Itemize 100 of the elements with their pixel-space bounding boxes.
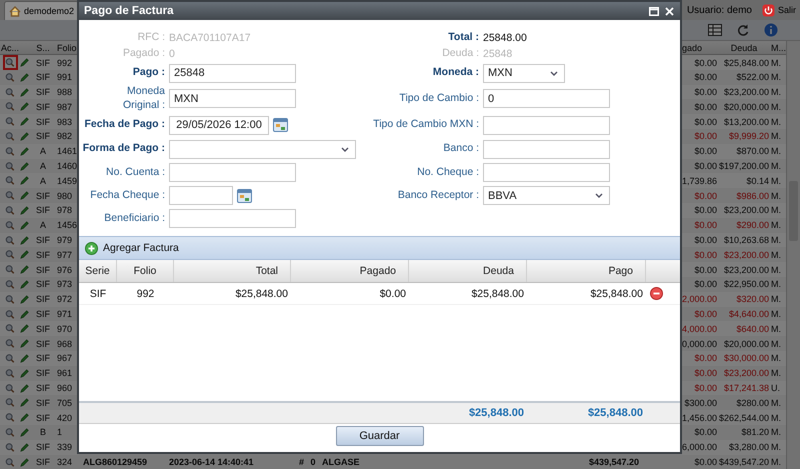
pencil-icon[interactable] bbox=[20, 382, 29, 394]
field-label: Moneda : bbox=[432, 66, 479, 80]
table-cell-text: $20,000.00 bbox=[722, 338, 770, 349]
table-cell-text: M. bbox=[770, 427, 782, 438]
column-header[interactable]: Pago bbox=[527, 260, 646, 282]
pencil-icon[interactable] bbox=[20, 116, 29, 128]
grid-icon[interactable] bbox=[708, 24, 722, 36]
pencil-icon[interactable] bbox=[20, 175, 29, 186]
table-cell-text: 979 bbox=[56, 235, 74, 246]
pencil-icon[interactable] bbox=[20, 352, 29, 364]
pencil-icon[interactable] bbox=[20, 278, 29, 290]
pencil-icon[interactable] bbox=[20, 57, 29, 68]
table-cell-text: M. bbox=[770, 220, 782, 230]
table-cell-text: SIF bbox=[88, 288, 108, 300]
column-header[interactable]: Ac... bbox=[0, 42, 30, 52]
table-cell-text: $17,241.38 bbox=[722, 383, 770, 394]
magnifier-icon[interactable] bbox=[3, 55, 18, 70]
column-header[interactable]: Pagado bbox=[291, 260, 409, 282]
column-header[interactable]: Deuda bbox=[409, 260, 527, 282]
info-icon[interactable] bbox=[764, 23, 778, 37]
table-cell-text: 1 bbox=[56, 427, 64, 438]
pencil-icon[interactable] bbox=[20, 426, 29, 438]
pencil-icon[interactable] bbox=[20, 308, 29, 320]
pencil-icon[interactable] bbox=[20, 442, 29, 453]
table-cell-text: ALG860129459 bbox=[82, 457, 148, 468]
pencil-icon[interactable] bbox=[20, 146, 29, 157]
pencil-icon[interactable] bbox=[20, 130, 29, 142]
table-cell: $439,547.20 bbox=[718, 457, 770, 468]
pencil-icon[interactable] bbox=[20, 86, 29, 98]
table-cell-text: M. bbox=[770, 338, 782, 349]
date-field[interactable] bbox=[169, 186, 233, 205]
pencil-icon[interactable] bbox=[20, 456, 29, 468]
column-header[interactable]: S... bbox=[30, 42, 56, 52]
text-field[interactable] bbox=[483, 140, 610, 158]
add-invoice-button[interactable]: Agregar Factura bbox=[83, 240, 181, 256]
dropdown[interactable] bbox=[169, 140, 356, 158]
table-cell-text: 324 bbox=[56, 457, 74, 468]
column-header[interactable]: Deuda bbox=[718, 42, 770, 52]
text-field[interactable]: 25848 bbox=[169, 64, 296, 82]
pencil-icon[interactable] bbox=[20, 323, 29, 334]
pencil-icon[interactable] bbox=[20, 368, 29, 379]
column-header[interactable]: M... bbox=[770, 42, 786, 52]
table-cell-text: A bbox=[38, 161, 47, 172]
dialog-title: Pago de Factura bbox=[84, 5, 174, 17]
save-button[interactable]: Guardar bbox=[336, 426, 424, 446]
text-field[interactable] bbox=[169, 163, 296, 182]
calendar-icon[interactable] bbox=[237, 188, 252, 202]
pencil-icon[interactable] bbox=[20, 264, 29, 276]
text-field[interactable] bbox=[483, 116, 610, 134]
calendar-icon[interactable] bbox=[273, 118, 288, 132]
date-field[interactable]: 29/05/2026 12:00 bbox=[169, 116, 269, 134]
table-cell-text: 971 bbox=[56, 309, 74, 320]
pencil-icon[interactable] bbox=[20, 220, 29, 231]
close-icon[interactable] bbox=[665, 6, 674, 16]
pencil-icon[interactable] bbox=[20, 190, 29, 202]
table-cell-text: $0.14 bbox=[745, 176, 770, 186]
table-cell-text: 1461 bbox=[56, 146, 78, 156]
plus-icon bbox=[85, 242, 98, 254]
column-header[interactable]: Folio bbox=[117, 260, 174, 282]
refresh-icon[interactable] bbox=[736, 23, 750, 37]
pencil-icon[interactable] bbox=[20, 72, 29, 83]
table-cell-text: $0.00 bbox=[693, 457, 718, 468]
dropdown[interactable]: BBVA bbox=[483, 186, 610, 205]
table-cell-text: $0.00 bbox=[378, 288, 407, 300]
logout-button[interactable]: Salir bbox=[762, 4, 796, 16]
pencil-icon[interactable] bbox=[20, 234, 29, 246]
table-cell-text: SIF bbox=[34, 353, 51, 364]
scrollbar[interactable] bbox=[786, 41, 800, 469]
column-header[interactable]: gado bbox=[681, 42, 718, 52]
column-header[interactable]: Total bbox=[174, 260, 291, 282]
table-cell-text: SIF bbox=[34, 412, 51, 423]
table-cell-text: $23,200.00 bbox=[722, 250, 770, 260]
text-field[interactable]: 0 bbox=[483, 89, 610, 108]
pencil-icon[interactable] bbox=[20, 397, 29, 408]
pencil-icon[interactable] bbox=[20, 249, 29, 260]
column-header[interactable]: Folio bbox=[56, 42, 79, 52]
pencil-icon[interactable] bbox=[20, 412, 29, 424]
text-field[interactable] bbox=[169, 209, 296, 228]
table-cell-text: M. bbox=[770, 131, 782, 142]
pencil-icon[interactable] bbox=[20, 338, 29, 350]
table-cell-text: SIF bbox=[34, 457, 51, 468]
text-field[interactable]: MXN bbox=[169, 89, 296, 108]
column-header[interactable]: Serie bbox=[79, 260, 117, 282]
pencil-icon[interactable] bbox=[20, 204, 29, 216]
table-cell-text: $0.00 bbox=[693, 131, 718, 142]
pencil-icon[interactable] bbox=[20, 160, 29, 172]
table-cell: $197,200.00 bbox=[718, 161, 770, 172]
table-cell-text: $10,263.68 bbox=[722, 235, 770, 246]
pencil-icon[interactable] bbox=[20, 101, 29, 112]
maximize-icon[interactable] bbox=[649, 6, 659, 16]
table-cell-text: 976 bbox=[56, 264, 74, 275]
table-cell: 1,456.00 bbox=[681, 412, 718, 423]
remove-icon[interactable] bbox=[650, 287, 662, 300]
dropdown[interactable]: MXN bbox=[483, 64, 565, 82]
app-tab[interactable]: demodemo2 bbox=[4, 1, 80, 20]
field-label: Banco Receptor : bbox=[396, 188, 479, 202]
pencil-icon[interactable] bbox=[20, 294, 29, 305]
table-cell-text: 991 bbox=[56, 72, 74, 82]
text-field[interactable] bbox=[483, 163, 610, 182]
table-cell-text: M. bbox=[770, 235, 782, 246]
